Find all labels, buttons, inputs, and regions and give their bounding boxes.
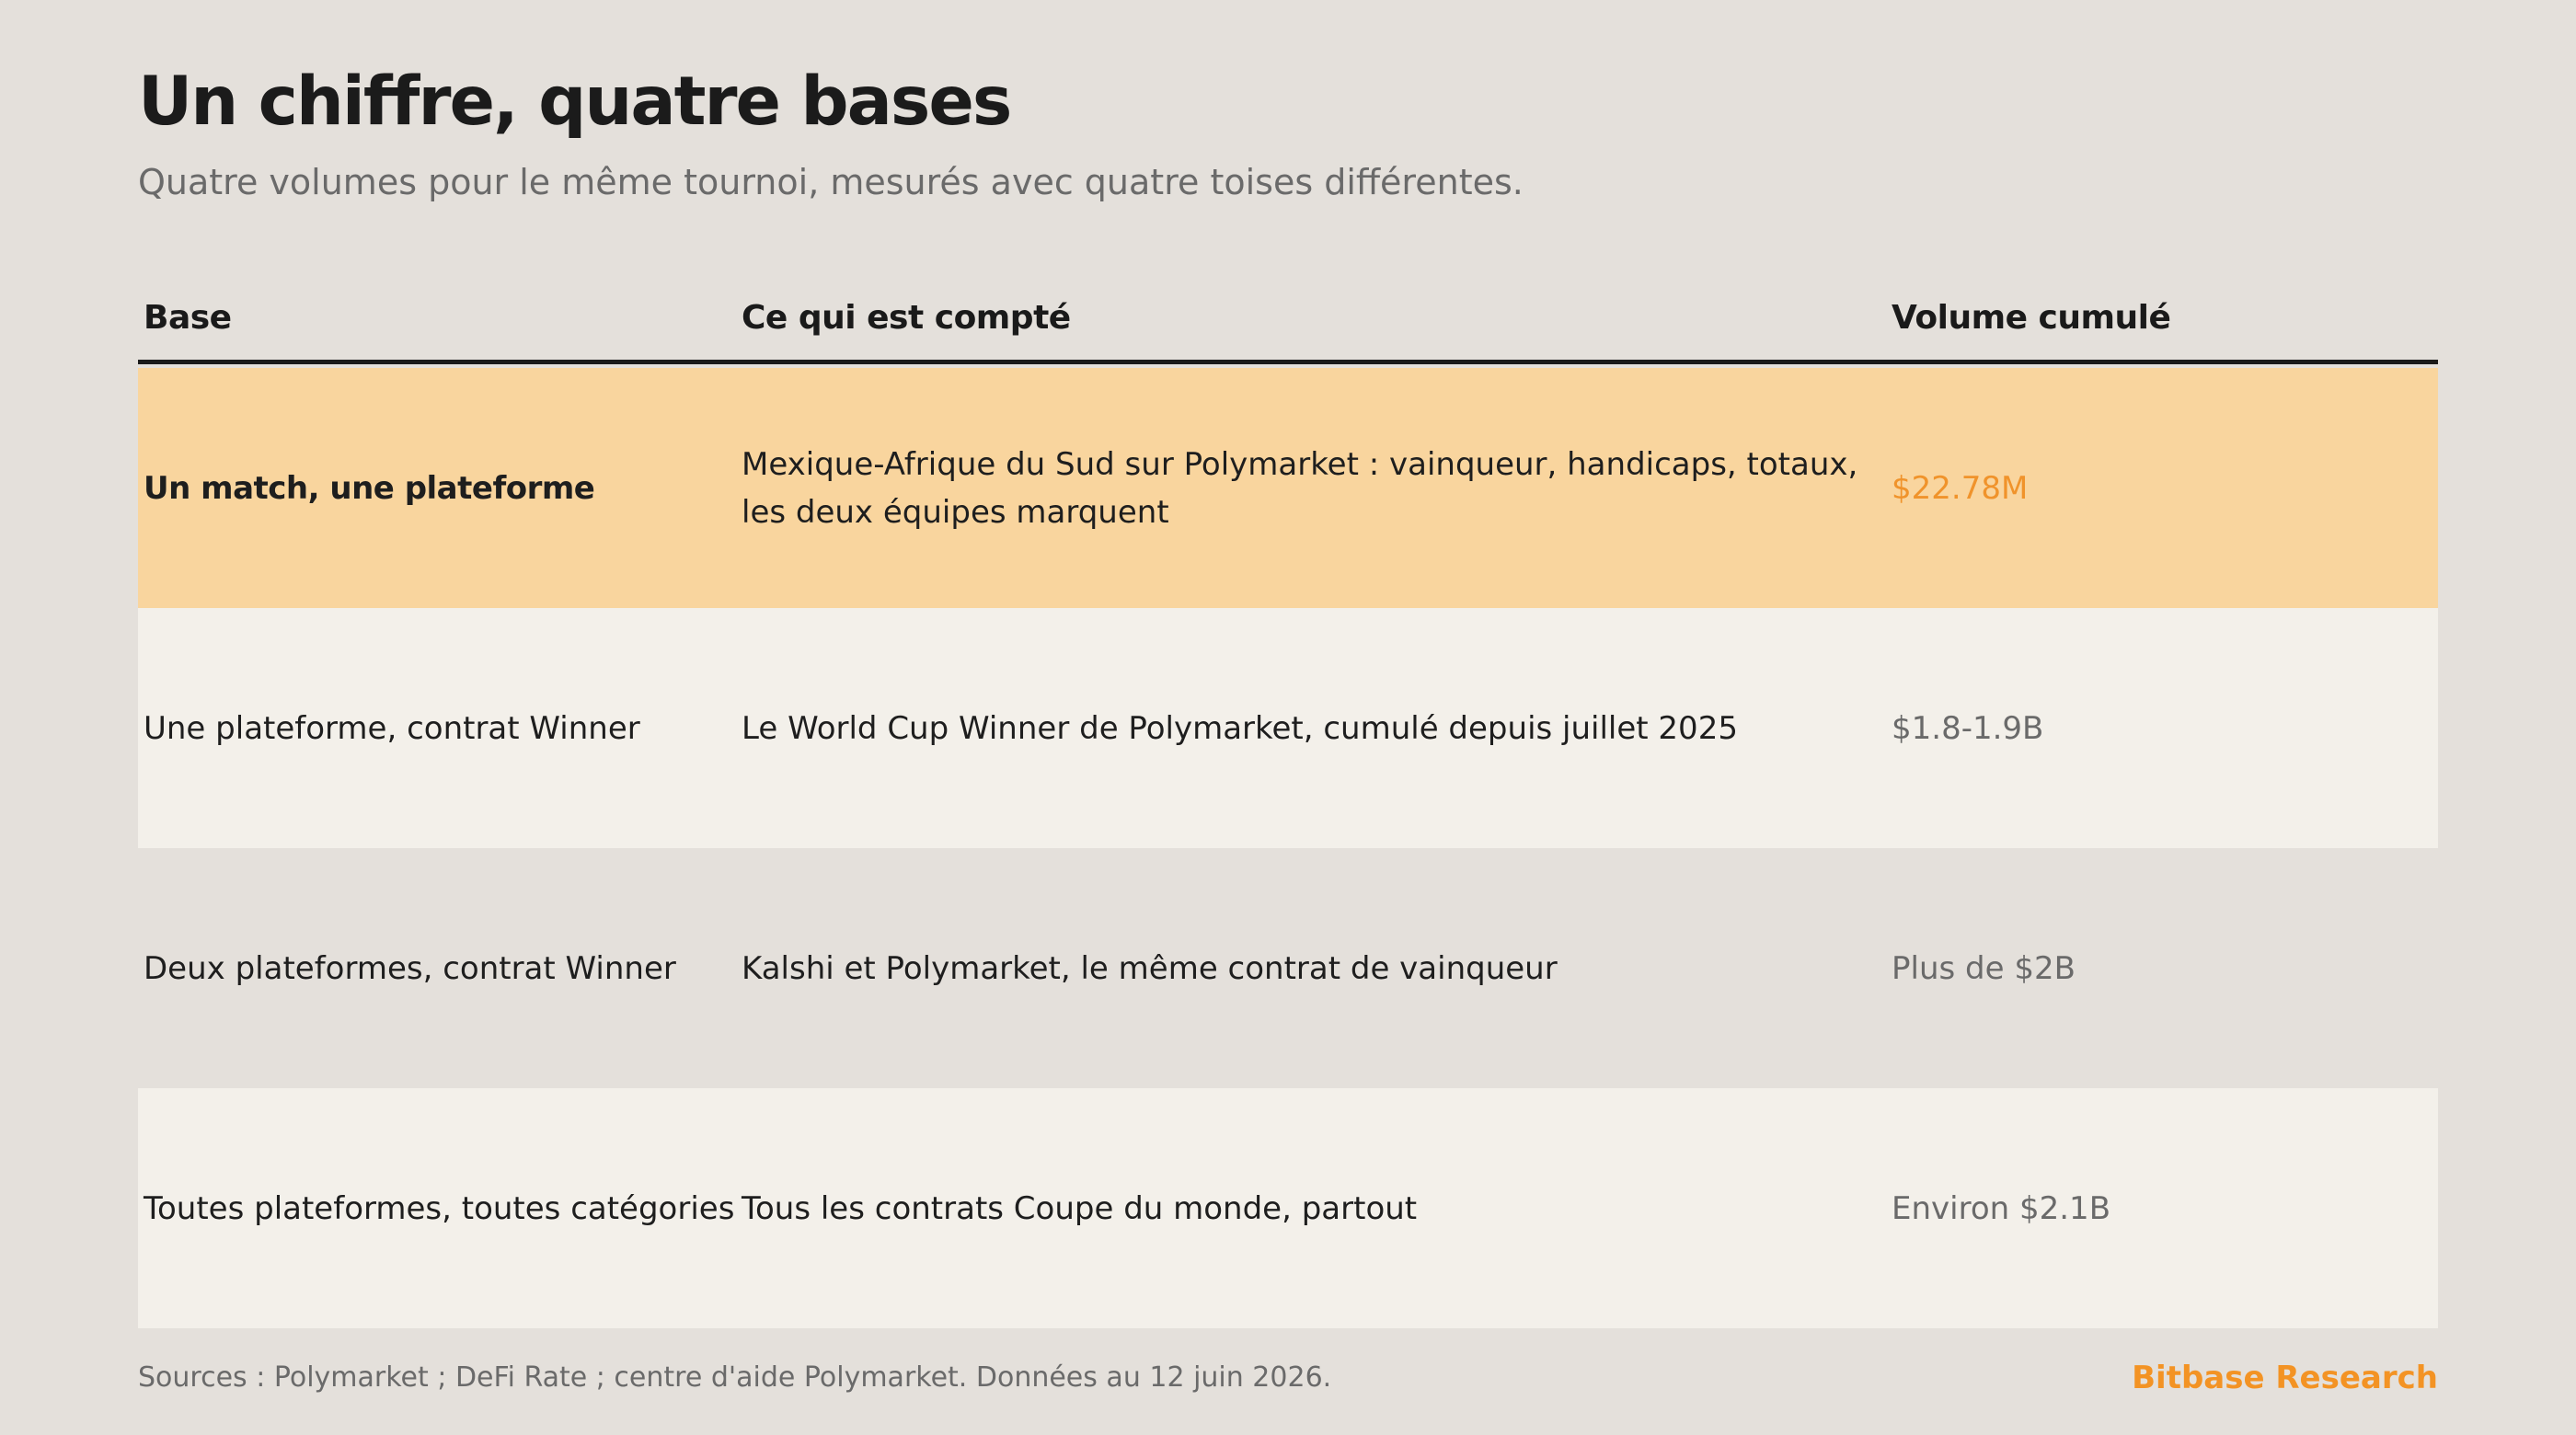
row-base: Deux plateformes, contrat Winner bbox=[144, 949, 676, 987]
page-title: Un chiffre, quatre bases bbox=[138, 63, 1012, 141]
row-volume: $22.78M bbox=[1892, 469, 2029, 507]
row-counted: Tous les contrats Coupe du monde, partou… bbox=[742, 1189, 1418, 1227]
table-row: Toutes plateformes, toutes catégories To… bbox=[138, 1088, 2438, 1328]
table-header: Base Ce qui est compté Volume cumulé bbox=[138, 276, 2438, 364]
column-header-volume: Volume cumulé bbox=[1892, 299, 2171, 337]
page: Un chiffre, quatre bases Quatre volumes … bbox=[138, 0, 2438, 1435]
row-counted: Le World Cup Winner de Polymarket, cumul… bbox=[742, 709, 1738, 747]
table-row: Une plateforme, contrat Winner Le World … bbox=[138, 608, 2438, 848]
comparison-table: Base Ce qui est compté Volume cumulé Un … bbox=[138, 276, 2438, 1328]
page-subtitle: Quatre volumes pour le même tournoi, mes… bbox=[138, 162, 1524, 202]
table-row: Un match, une plateforme Mexique-Afrique… bbox=[138, 368, 2438, 608]
column-header-counted: Ce qui est compté bbox=[742, 299, 1071, 337]
row-volume: Environ $2.1B bbox=[1892, 1189, 2111, 1227]
row-base: Un match, une plateforme bbox=[144, 469, 595, 507]
table-body: Un match, une plateforme Mexique-Afrique… bbox=[138, 364, 2438, 1328]
row-counted: Mexique-Afrique du Sud sur Polymarket : … bbox=[742, 445, 1858, 531]
brand-label: Bitbase Research bbox=[2132, 1360, 2438, 1396]
row-counted: Kalshi et Polymarket, le même contrat de… bbox=[742, 949, 1558, 987]
row-volume: Plus de $2B bbox=[1892, 949, 2076, 987]
column-header-base: Base bbox=[144, 299, 232, 337]
sources-note: Sources : Polymarket ; DeFi Rate ; centr… bbox=[138, 1361, 1332, 1394]
table-row: Deux plateformes, contrat Winner Kalshi … bbox=[138, 848, 2438, 1088]
row-base: Une plateforme, contrat Winner bbox=[144, 709, 640, 747]
row-base: Toutes plateformes, toutes catégories bbox=[144, 1189, 735, 1227]
row-volume: $1.8-1.9B bbox=[1892, 709, 2044, 747]
